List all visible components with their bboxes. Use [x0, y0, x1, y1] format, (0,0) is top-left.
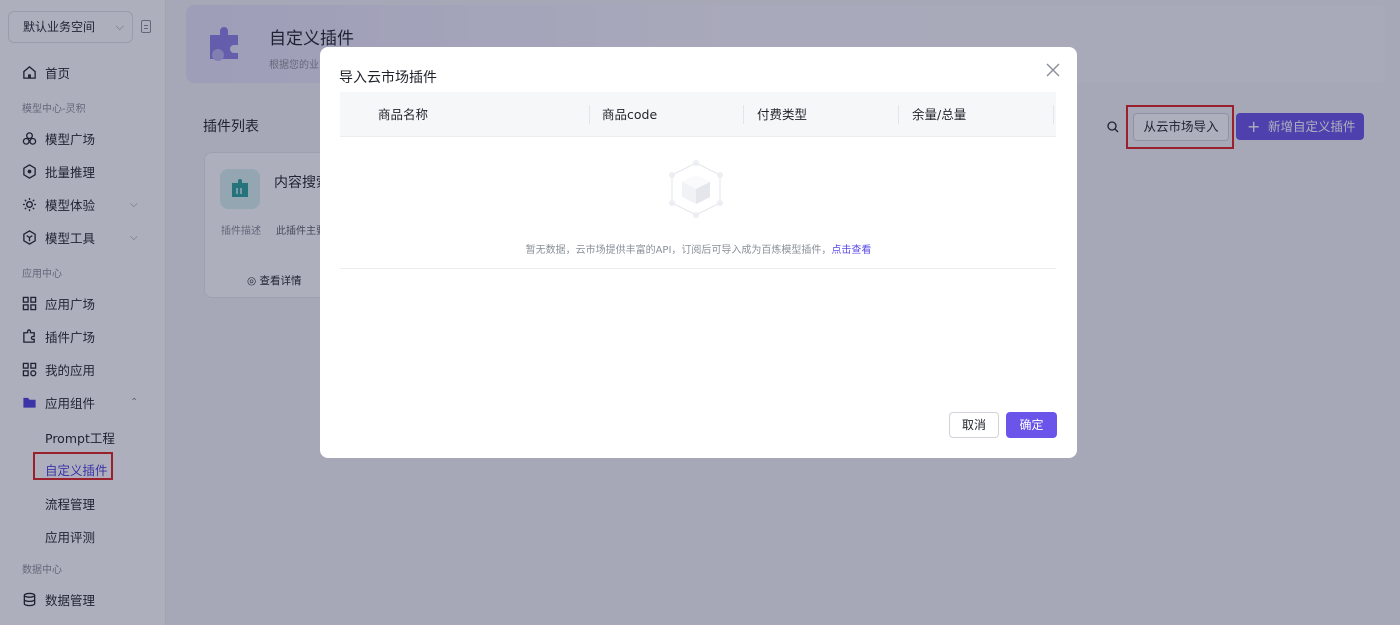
column-header-name: 商品名称 — [378, 107, 429, 122]
empty-state-message: 暂无数据，云市场提供丰富的API，订阅后可导入成为百炼模型插件， — [525, 245, 832, 256]
modal-title: 导入云市场插件 — [339, 70, 437, 86]
cancel-button[interactable]: 取消 — [949, 412, 999, 438]
column-divider — [743, 105, 744, 124]
empty-box-icon — [669, 160, 723, 218]
close-icon[interactable] — [1044, 61, 1062, 79]
view-market-link[interactable]: 点击查看 — [831, 245, 871, 256]
table-bottom-divider — [340, 268, 1056, 269]
column-header-quota: 余量/总量 — [912, 107, 967, 122]
column-header-code: 商品code — [602, 107, 658, 122]
column-divider — [589, 105, 590, 124]
column-divider — [898, 105, 899, 124]
confirm-button[interactable]: 确定 — [1006, 412, 1057, 438]
import-market-plugin-modal: 导入云市场插件 商品名称 商品code 付费类型 余量/总量 暂无数据，云市场提… — [320, 47, 1077, 458]
column-divider — [1053, 105, 1054, 124]
table-header: 商品名称 商品code 付费类型 余量/总量 — [340, 92, 1056, 137]
empty-state-text: 暂无数据，云市场提供丰富的API，订阅后可导入成为百炼模型插件，点击查看 — [320, 241, 1077, 256]
column-header-pay-type: 付费类型 — [757, 107, 808, 122]
